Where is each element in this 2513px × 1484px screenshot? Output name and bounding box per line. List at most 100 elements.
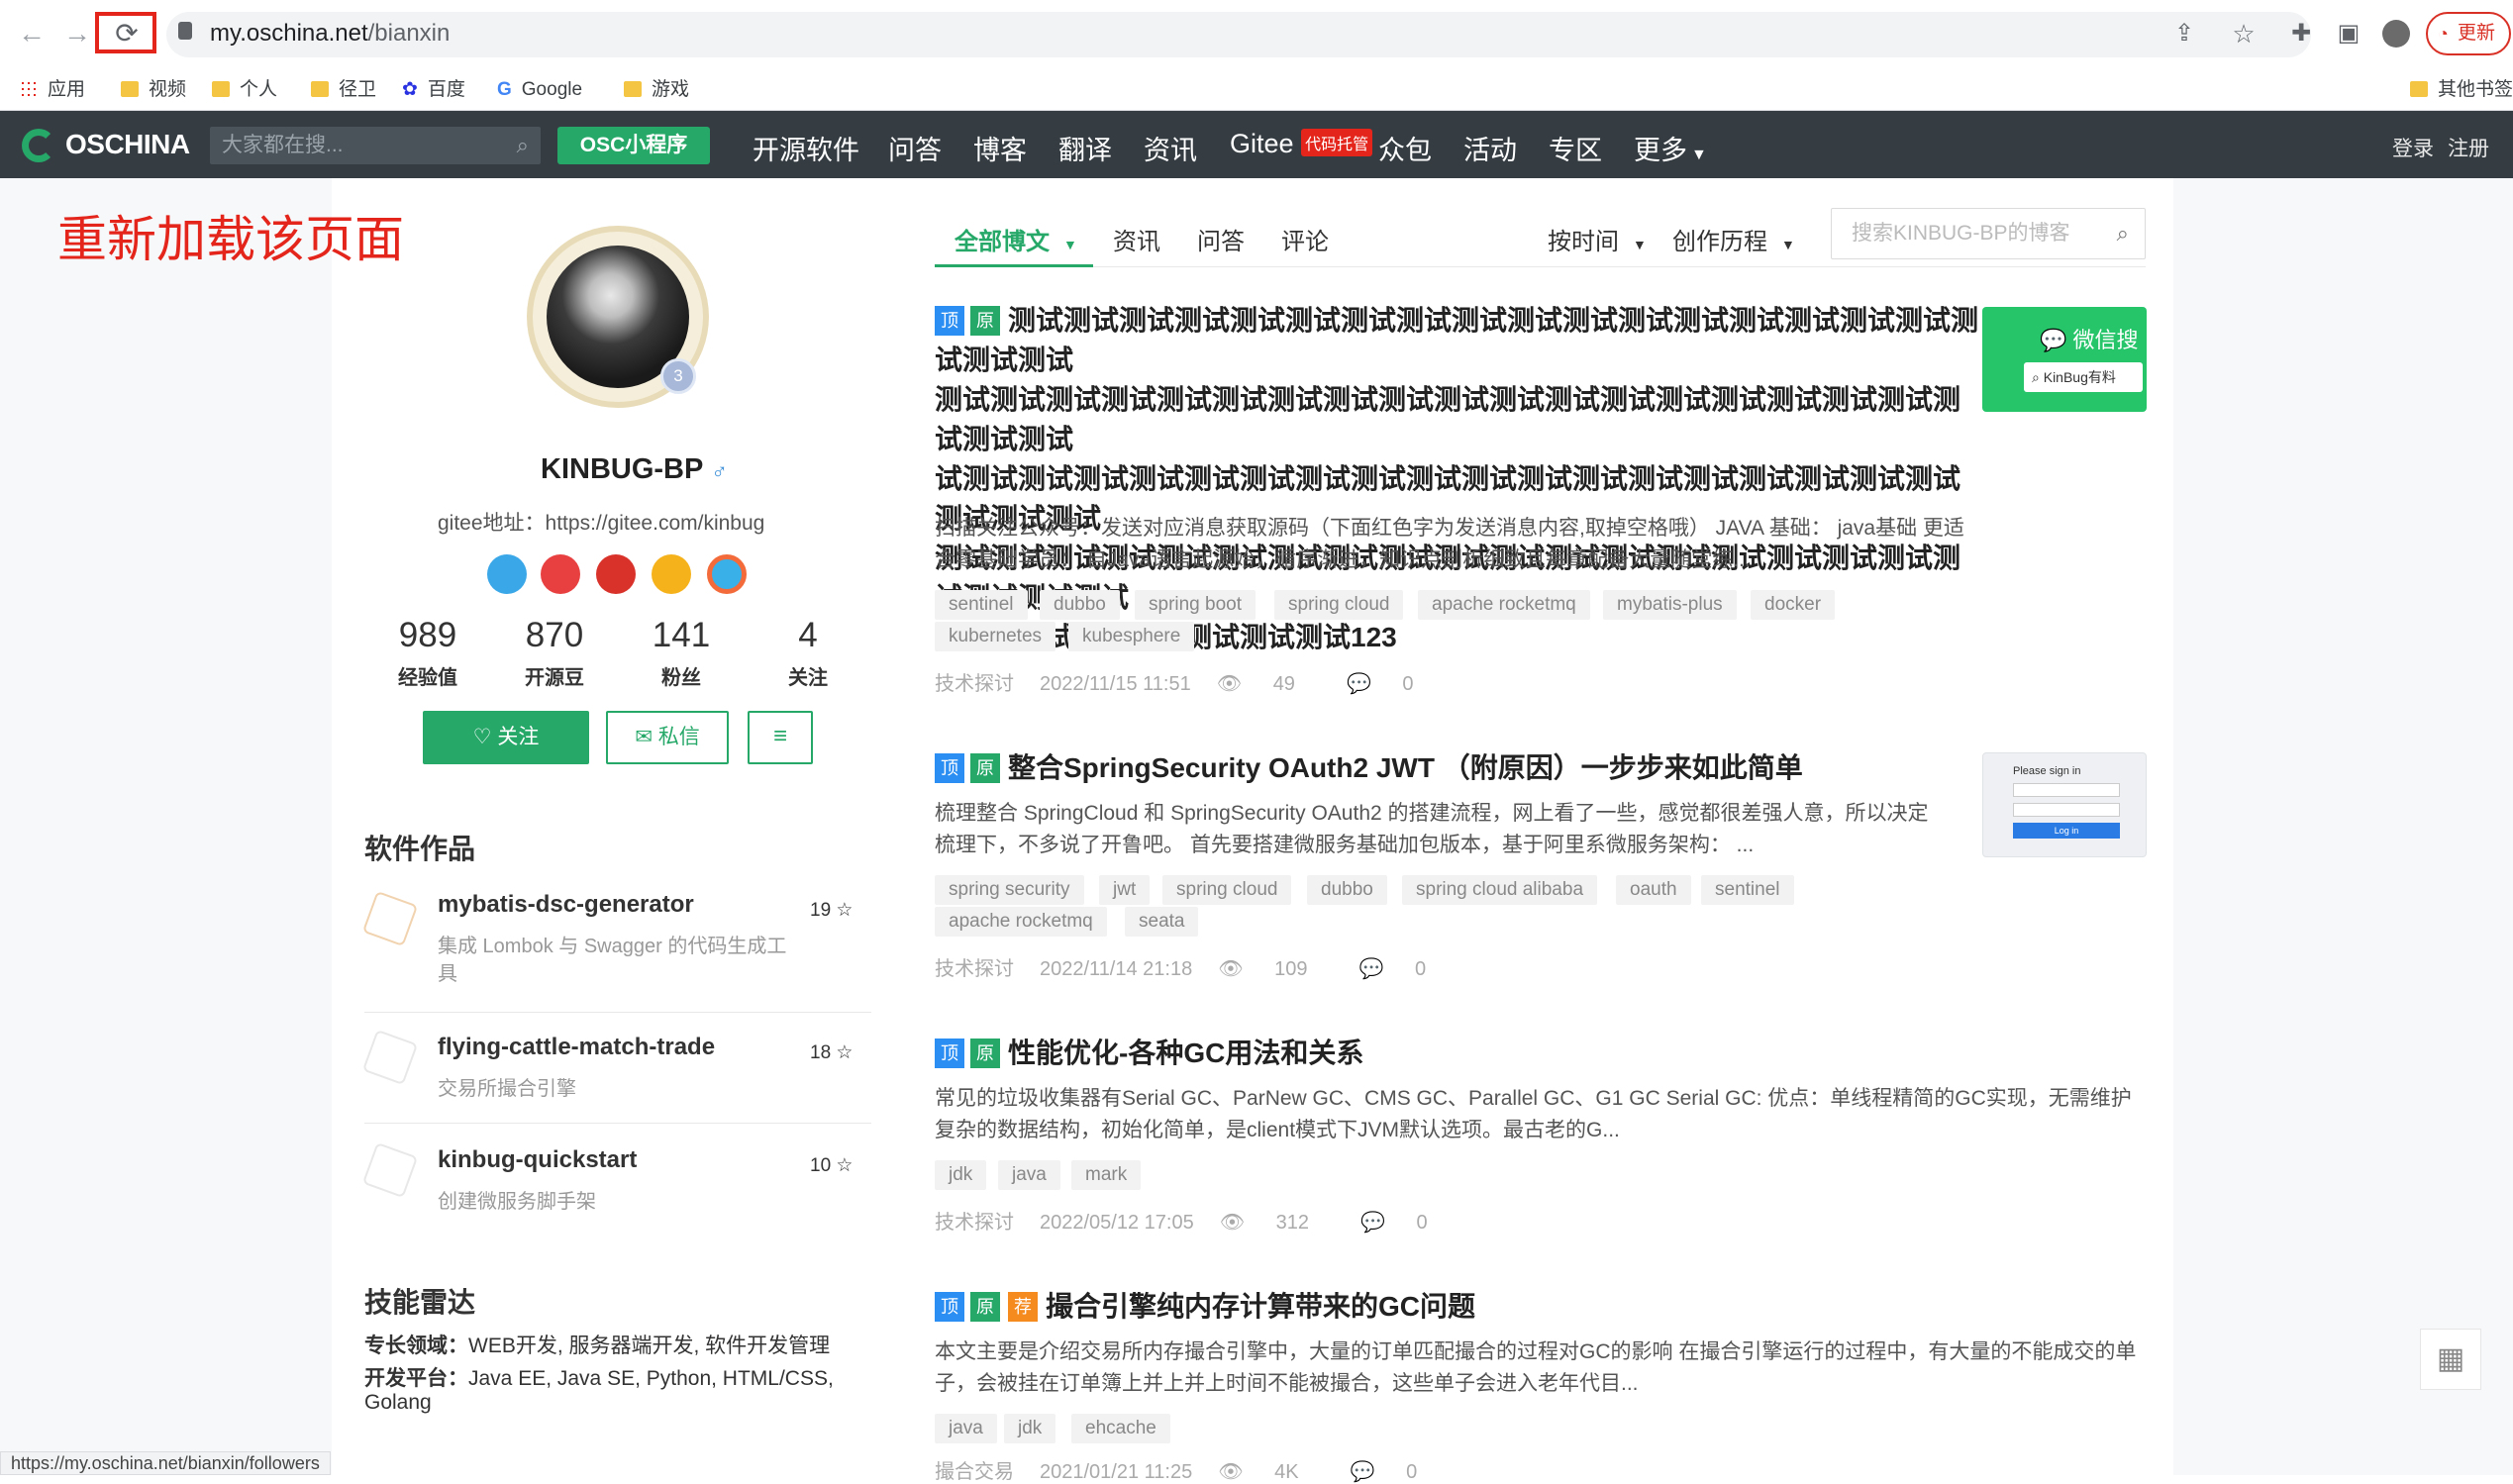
article-category[interactable]: 撮合交易 <box>935 1461 1014 1483</box>
stat-following-value[interactable]: 4 <box>749 616 867 655</box>
search-icon[interactable]: ⌕ <box>517 127 529 164</box>
site-search-input[interactable]: 大家都在搜... ⌕ <box>210 127 541 164</box>
sidepanel-icon[interactable]: ▣ <box>2329 14 2368 53</box>
history-dropdown[interactable]: 创作历程 ▼ <box>1672 222 1795 256</box>
article-tag[interactable]: ehcache <box>1071 1414 1170 1443</box>
article-tag[interactable]: mark <box>1071 1160 1142 1190</box>
article-thumbnail[interactable]: 💬 微信搜 ⌕ KinBug有料 <box>1982 307 2147 412</box>
article-tag[interactable]: sentinel <box>935 590 1028 620</box>
gitee-address[interactable]: gitee地址：https://gitee.com/kinbug <box>438 507 764 537</box>
article-title[interactable]: 顶原整合SpringSecurity OAuth2 JWT （附原因）一步步来如… <box>935 748 1803 788</box>
nav-zones[interactable]: 专区 <box>1549 129 1602 167</box>
software-stars[interactable]: 18 ☆ <box>810 1041 853 1064</box>
article-tag[interactable]: docker <box>1751 590 1836 620</box>
address-bar[interactable] <box>166 12 2311 57</box>
article-tag[interactable]: spring cloud <box>1162 875 1292 905</box>
article-tag[interactable]: oauth <box>1616 875 1691 905</box>
article-tag[interactable]: java <box>998 1160 1060 1190</box>
article-tag[interactable]: jwt <box>1099 875 1151 905</box>
share-icon[interactable]: ⇪ <box>2164 14 2204 53</box>
article-tag[interactable]: java <box>935 1414 997 1443</box>
article-category[interactable]: 技术探讨 <box>935 673 1014 695</box>
article-tag[interactable]: spring cloud <box>1274 590 1404 620</box>
blog-search-input[interactable]: 搜索KINBUG-BP的博客 ⌕ <box>1831 208 2146 259</box>
article-title[interactable]: 顶原荐撮合引擎纯内存计算带来的GC问题 <box>935 1287 1475 1327</box>
stat-experience-value[interactable]: 989 <box>368 616 487 655</box>
software-stars[interactable]: 19 ☆ <box>810 899 853 922</box>
article-tag[interactable]: apache rocketmq <box>1418 590 1590 620</box>
stat-beans-value[interactable]: 870 <box>495 616 614 655</box>
tab-comments[interactable]: 评论 <box>1281 222 1329 256</box>
article-tag[interactable]: seata <box>1125 907 1199 937</box>
nav-blog[interactable]: 博客 <box>973 129 1027 167</box>
medal-ring-icon[interactable] <box>707 554 747 594</box>
bookmark-jingwei[interactable]: 径卫 <box>311 77 376 103</box>
software-name[interactable]: flying-cattle-match-trade <box>438 1034 715 1061</box>
profile-avatar-icon[interactable] <box>2382 20 2410 48</box>
bookmark-games[interactable]: 游戏 <box>624 77 689 103</box>
url-text[interactable]: my.oschina.net/bianxin <box>210 20 450 48</box>
bookmark-google[interactable]: G Google <box>497 77 582 103</box>
software-stars[interactable]: 10 ☆ <box>810 1154 853 1177</box>
article-tag[interactable]: dubbo <box>1307 875 1387 905</box>
star-icon[interactable]: ☆ <box>2224 14 2263 53</box>
site-logo-text[interactable]: OSCHINA <box>65 129 190 160</box>
medal-blue-icon[interactable] <box>487 554 527 594</box>
search-icon[interactable]: ⌕ <box>2117 209 2129 258</box>
bookmark-others[interactable]: 其他书签 <box>2410 77 2513 103</box>
article-tag[interactable]: jdk <box>1004 1414 1056 1443</box>
article-tag[interactable]: dubbo <box>1040 590 1120 620</box>
article-tag[interactable]: spring security <box>935 875 1084 905</box>
bookmark-personal[interactable]: 个人 <box>212 77 277 103</box>
article-tag[interactable]: sentinel <box>1701 875 1794 905</box>
bookmark-baidu[interactable]: ✿ 百度 <box>402 77 465 103</box>
article-category[interactable]: 技术探讨 <box>935 958 1014 980</box>
medal-red-icon[interactable] <box>541 554 580 594</box>
article-tag[interactable]: kubesphere <box>1068 622 1195 651</box>
article-tag[interactable]: mybatis-plus <box>1603 590 1737 620</box>
article-thumbnail[interactable]: Please sign in Log in <box>1982 752 2147 857</box>
back-icon[interactable]: ← <box>12 14 51 53</box>
nav-more[interactable]: 更多 ▼ <box>1634 129 1707 167</box>
message-button[interactable]: ✉ 私信 <box>606 711 729 764</box>
tab-news[interactable]: 资讯 <box>1113 222 1160 256</box>
oschina-logo-icon[interactable] <box>22 129 55 162</box>
sort-by-time-dropdown[interactable]: 按时间 ▼ <box>1548 222 1647 256</box>
article-tag[interactable]: spring boot <box>1135 590 1256 620</box>
article-tag[interactable]: kubernetes <box>935 622 1056 651</box>
article-category[interactable]: 技术探讨 <box>935 1212 1014 1234</box>
medal-dark-red-icon[interactable] <box>596 554 636 594</box>
nav-qa[interactable]: 问答 <box>888 129 942 167</box>
nav-translate[interactable]: 翻译 <box>1058 129 1112 167</box>
software-name[interactable]: kinbug-quickstart <box>438 1146 637 1174</box>
article-title[interactable]: 顶原性能优化-各种GC用法和关系 <box>935 1034 1363 1073</box>
bookmark-apps[interactable]: 应用 <box>20 77 85 103</box>
menu-button[interactable]: ≡ <box>748 711 813 764</box>
medal-gold-icon[interactable] <box>652 554 691 594</box>
thumb-search-box: ⌕ KinBug有料 <box>2024 362 2143 392</box>
article-tag[interactable]: spring cloud alibaba <box>1402 875 1598 905</box>
nav-gitee[interactable]: Gitee 代码托管 <box>1230 129 1373 159</box>
nav-events[interactable]: 活动 <box>1463 129 1517 167</box>
extensions-icon[interactable]: ✚ <box>2281 14 2321 53</box>
article-tag[interactable]: apache rocketmq <box>935 907 1107 937</box>
article-tag[interactable]: jdk <box>935 1160 987 1190</box>
left-gutter <box>0 178 332 1475</box>
stat-fans-value[interactable]: 141 <box>622 616 741 655</box>
nav-crowdsourcing[interactable]: 众包 <box>1378 129 1432 167</box>
nav-news[interactable]: 资讯 <box>1144 129 1197 167</box>
update-button[interactable]: ◔ 更新 <box>2426 12 2511 55</box>
star-icon: ☆ <box>836 1042 854 1063</box>
follow-button[interactable]: ♡ 关注 <box>423 711 589 764</box>
osc-mini-program-button[interactable]: OSC小程序 <box>557 127 710 164</box>
software-name[interactable]: mybatis-dsc-generator <box>438 891 694 919</box>
bookmark-video[interactable]: 视频 <box>121 77 186 103</box>
site-navbar: OSCHINA 大家都在搜... ⌕ OSC小程序 开源软件 问答 博客 翻译 资… <box>0 111 2513 178</box>
tab-all-posts[interactable]: 全部博文 ▼ <box>955 222 1077 256</box>
forward-icon[interactable]: → <box>57 14 97 53</box>
login-link[interactable]: 登录 <box>2392 133 2434 162</box>
qrcode-icon[interactable]: ▦ <box>2420 1329 2481 1390</box>
tab-qa[interactable]: 问答 <box>1197 222 1245 256</box>
register-link[interactable]: 注册 <box>2448 133 2489 162</box>
nav-open-source[interactable]: 开源软件 <box>753 129 859 167</box>
